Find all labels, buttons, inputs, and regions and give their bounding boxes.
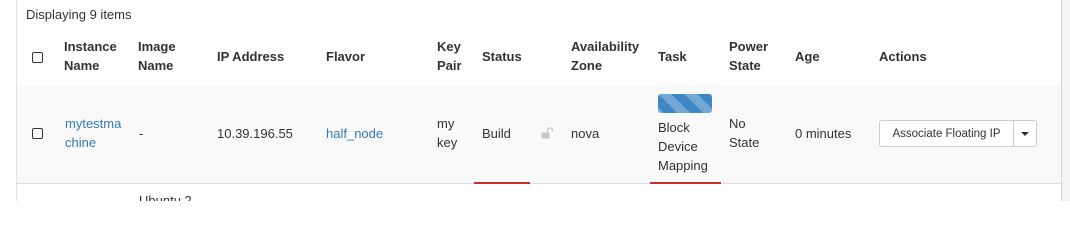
header-availability-zone[interactable]: Availability Zone (571, 37, 639, 75)
header-actions: Actions (879, 49, 927, 64)
flavor-link[interactable]: half_node (326, 124, 383, 143)
instance-name-link[interactable]: mytestma chine (65, 114, 121, 152)
key-pair-value: my key (437, 116, 458, 150)
vertical-scrollbar[interactable] (1061, 0, 1070, 201)
display-count: Displaying 9 items (26, 7, 132, 22)
header-image-name[interactable]: Image Name (138, 37, 176, 75)
table-row: mytestma chine - 10.39.196.55 half_node … (17, 85, 1062, 184)
next-row-image-name: Ubuntu 2 (139, 193, 192, 201)
unlock-icon (541, 127, 553, 139)
header-instance-name[interactable]: Instance Name (64, 37, 117, 75)
age-value: 0 minutes (795, 126, 852, 141)
header-key-pair[interactable]: Key Pair (437, 37, 462, 75)
status-row-divider (474, 182, 530, 184)
task-row-divider (650, 182, 721, 184)
task-value: Block Device Mapping (658, 120, 708, 173)
caret-down-icon (1021, 132, 1029, 136)
header-task[interactable]: Task (658, 47, 687, 66)
instances-table-panel: Displaying 9 items Instance Name Image N… (16, 0, 1062, 201)
header-status[interactable]: Status (482, 47, 522, 66)
associate-floating-ip-button[interactable]: Associate Floating IP (879, 120, 1014, 147)
header-power-state[interactable]: Power State (729, 37, 768, 75)
header-age[interactable]: Age (795, 47, 820, 66)
status-value: Build (482, 126, 511, 141)
row-select-checkbox[interactable] (32, 128, 43, 139)
power-state-value: No State (729, 116, 760, 150)
actions-dropdown-toggle[interactable] (1013, 120, 1037, 147)
header-ip-address[interactable]: IP Address (217, 47, 284, 66)
availability-zone-value: nova (571, 126, 600, 141)
ip-address-value: 10.39.196.55 (217, 126, 293, 141)
image-name-value: - (139, 126, 144, 141)
header-flavor[interactable]: Flavor (326, 47, 365, 66)
task-progress-bar (658, 94, 712, 113)
table-header-row: Instance Name Image Name IP Address Flav… (17, 30, 1062, 87)
select-all-checkbox[interactable] (32, 52, 43, 63)
